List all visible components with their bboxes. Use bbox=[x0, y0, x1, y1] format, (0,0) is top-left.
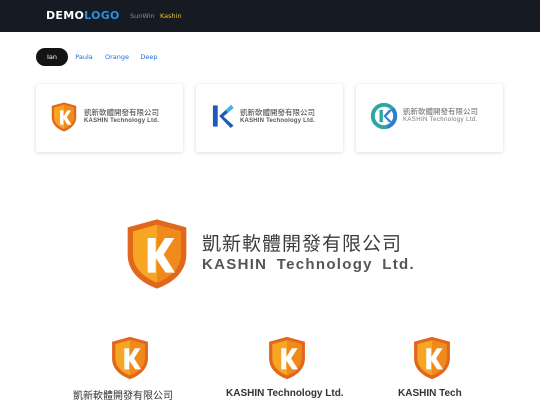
teal-ks-icon bbox=[370, 102, 398, 130]
hero-chinese-name: 凱新軟體開發有限公司 bbox=[202, 233, 403, 255]
brand-part-logo: LOGO bbox=[84, 9, 120, 22]
nav-link-kashin[interactable]: Kashin bbox=[160, 12, 182, 20]
blue-k-icon bbox=[212, 104, 234, 128]
brand-part-demo: DEMO bbox=[46, 9, 85, 22]
tab-ian[interactable]: Ian bbox=[36, 48, 68, 66]
hero-shield-k-icon bbox=[127, 219, 187, 289]
tab-paula[interactable]: Paula bbox=[73, 48, 95, 66]
tab-orange[interactable]: Orange bbox=[104, 48, 130, 66]
bottom-shield-k-icon-3 bbox=[414, 336, 450, 380]
card2-chinese-name: 凱新軟體開發有限公司 bbox=[240, 108, 315, 117]
card1-english-name: KASHIN Technology Ltd. bbox=[84, 118, 159, 124]
nav-link-sunwin[interactable]: SunWin bbox=[130, 12, 155, 20]
hero-english-name: KASHIN Technology Ltd. bbox=[202, 256, 415, 273]
card3-chinese-name: 凱新軟體開發有限公司 bbox=[403, 107, 478, 116]
bottom-english-name: KASHIN Technology Ltd. bbox=[226, 388, 344, 399]
logo-card-shield[interactable]: 凱新軟體開發有限公司 KASHIN Technology Ltd. bbox=[36, 84, 183, 152]
logo-card-blue-k[interactable]: 凱新軟體開發有限公司 KASHIN Technology Ltd. bbox=[196, 84, 343, 152]
bottom-chinese-name: 凱新軟體開發有限公司 bbox=[73, 391, 173, 402]
card1-chinese-name: 凱新軟體開發有限公司 bbox=[84, 108, 159, 117]
brand-logo[interactable]: DEMOLOGO bbox=[46, 9, 120, 22]
tab-deep[interactable]: Deep bbox=[138, 48, 160, 66]
logo-card-teal-ks[interactable]: 凱新軟體開發有限公司 KASHIN Technology Ltd. bbox=[356, 84, 503, 152]
orange-shield-k-icon bbox=[51, 102, 77, 132]
card2-english-name: KASHIN Technology Ltd. bbox=[240, 118, 315, 124]
bottom-shield-k-icon-2 bbox=[269, 336, 305, 380]
bottom-shield-k-icon-1 bbox=[112, 336, 148, 380]
card3-english-name: KASHIN Technology Ltd. bbox=[403, 117, 478, 123]
top-navbar: DEMOLOGO SunWin Kashin bbox=[0, 0, 540, 32]
bottom-english-short: KASHIN Tech bbox=[398, 388, 462, 399]
